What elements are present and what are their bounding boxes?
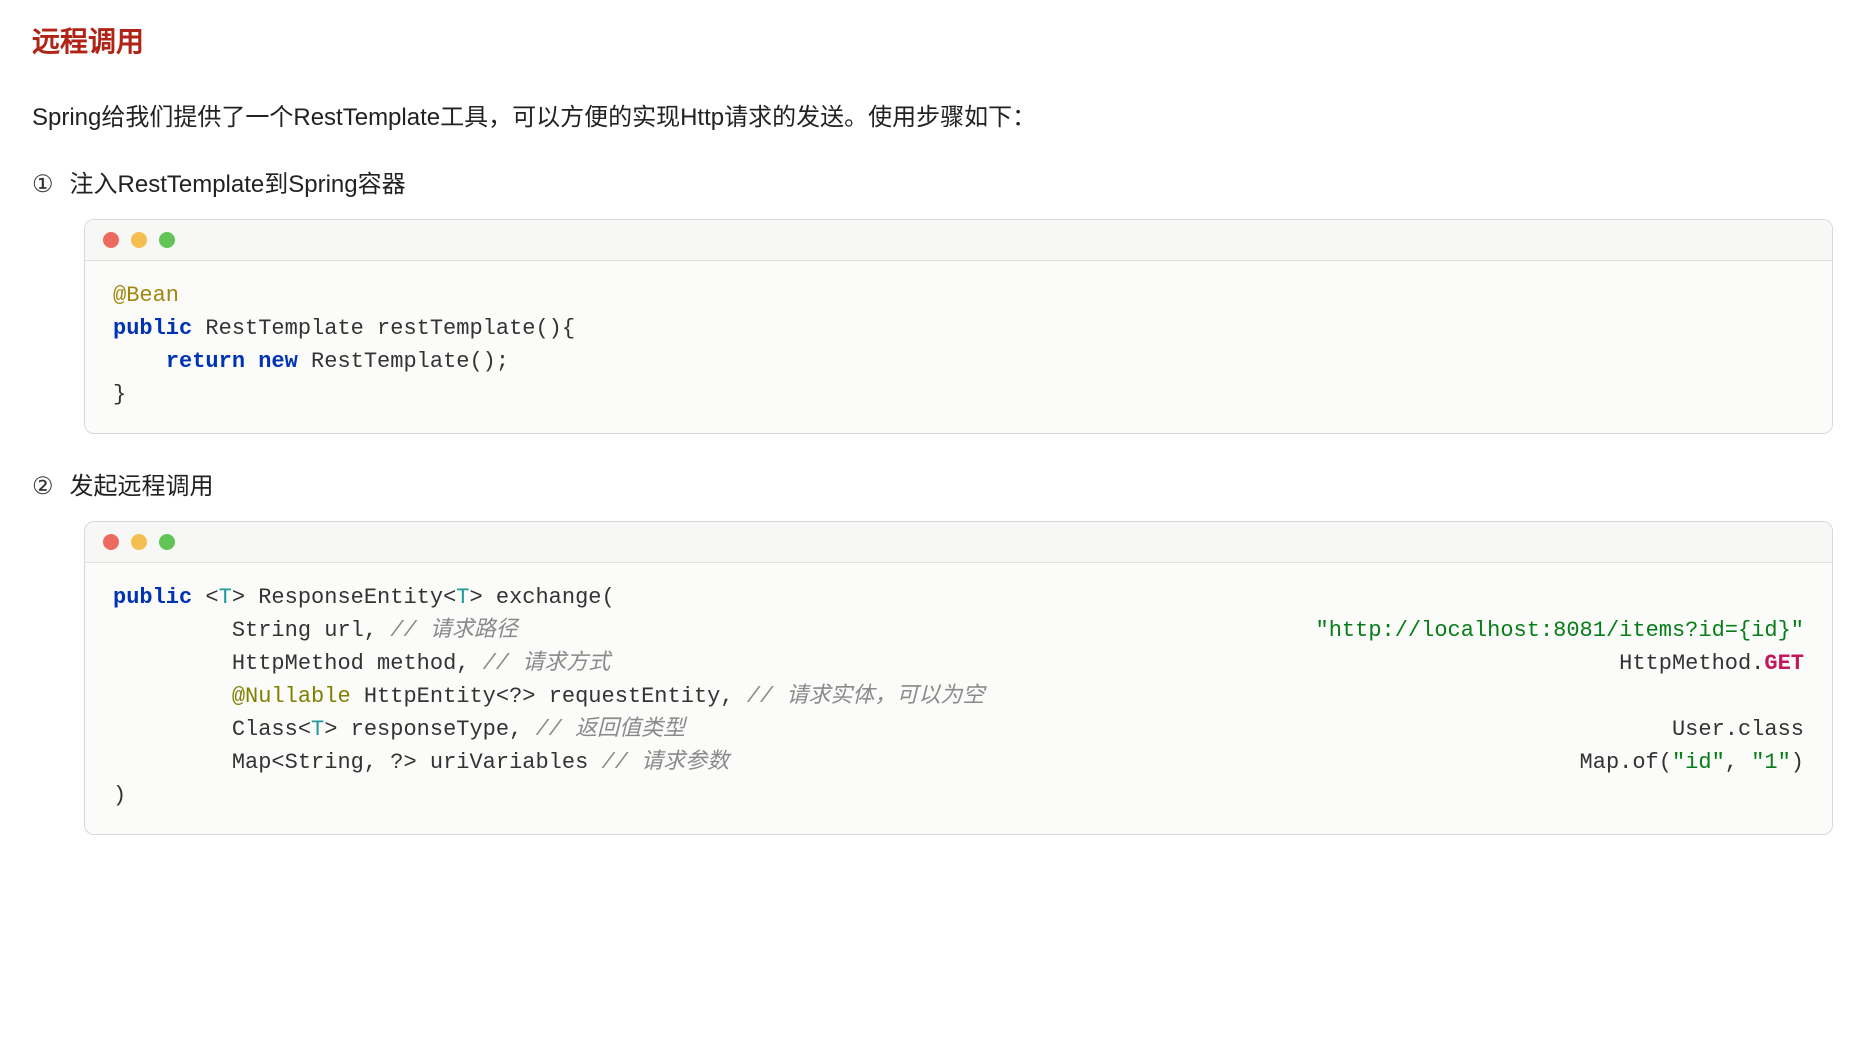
code-type-param: T xyxy=(219,585,232,610)
code-type-param: T xyxy=(311,717,324,742)
close-icon xyxy=(103,232,119,248)
code-keyword: public xyxy=(113,316,192,341)
maximize-icon xyxy=(159,534,175,550)
code-text: HttpMethod method, xyxy=(232,651,483,676)
code-text: User.class xyxy=(1672,717,1804,742)
code-block-1: @Bean public RestTemplate restTemplate()… xyxy=(84,219,1833,434)
code-text: < xyxy=(192,585,218,610)
step-2: ② 发起远程调用 xyxy=(32,466,1833,501)
code-comment: // 请求方式 xyxy=(483,651,611,676)
step-number: ① xyxy=(32,170,54,199)
minimize-icon xyxy=(131,232,147,248)
code-text: RestTemplate(); xyxy=(298,349,509,374)
maximize-icon xyxy=(159,232,175,248)
code-comment: // 返回值类型 xyxy=(535,717,685,742)
code-text: String url, xyxy=(232,618,390,643)
code-block-2: public <T> ResponseEntity<T> exchange( S… xyxy=(84,521,1833,835)
close-icon xyxy=(103,534,119,550)
code-text xyxy=(113,717,232,742)
code-text: Map<String, ?> uriVariables xyxy=(232,750,602,775)
section-description: Spring给我们提供了一个RestTemplate工具，可以方便的实现Http… xyxy=(32,100,1833,136)
code-text: } xyxy=(113,382,126,407)
minimize-icon xyxy=(131,534,147,550)
window-header xyxy=(85,522,1832,563)
code-annotation: @Nullable xyxy=(232,684,351,709)
code-text: Class< xyxy=(232,717,311,742)
code-type-param: T xyxy=(456,585,469,610)
code-annotation: @Bean xyxy=(113,283,179,308)
code-string: "id" xyxy=(1672,750,1725,775)
code-constant: GET xyxy=(1764,651,1804,676)
code-comment: // 请求路径 xyxy=(390,618,518,643)
code-text: HttpEntity<?> requestEntity, xyxy=(351,684,747,709)
step-1: ① 注入RestTemplate到Spring容器 xyxy=(32,164,1833,199)
code-text: RestTemplate restTemplate(){ xyxy=(192,316,575,341)
window-header xyxy=(85,220,1832,261)
code-text xyxy=(113,684,232,709)
code-content: @Bean public RestTemplate restTemplate()… xyxy=(85,261,1832,433)
code-text xyxy=(113,651,232,676)
code-text: ) xyxy=(113,783,126,808)
code-text: , xyxy=(1725,750,1751,775)
step-number: ② xyxy=(32,472,54,501)
code-text: > ResponseEntity< xyxy=(232,585,456,610)
code-comment: // 请求实体，可以为空 xyxy=(747,684,985,709)
section-title: 远程调用 xyxy=(32,20,1833,60)
code-text: ) xyxy=(1791,750,1804,775)
code-content: public <T> ResponseEntity<T> exchange( S… xyxy=(85,563,1832,834)
code-string: "1" xyxy=(1751,750,1791,775)
code-text xyxy=(113,618,232,643)
code-text: Map.of( xyxy=(1580,750,1672,775)
code-text: > exchange( xyxy=(469,585,614,610)
code-keyword: new xyxy=(258,349,298,374)
code-text: > responseType, xyxy=(324,717,535,742)
code-keyword: public xyxy=(113,585,192,610)
code-comment: // 请求参数 xyxy=(602,750,730,775)
code-string: "http://localhost:8081/items?id={id}" xyxy=(1316,618,1804,643)
code-text: HttpMethod. xyxy=(1619,651,1764,676)
step-text: 发起远程调用 xyxy=(70,466,214,501)
step-text: 注入RestTemplate到Spring容器 xyxy=(70,164,406,199)
code-text xyxy=(113,750,232,775)
code-keyword: return xyxy=(166,349,245,374)
